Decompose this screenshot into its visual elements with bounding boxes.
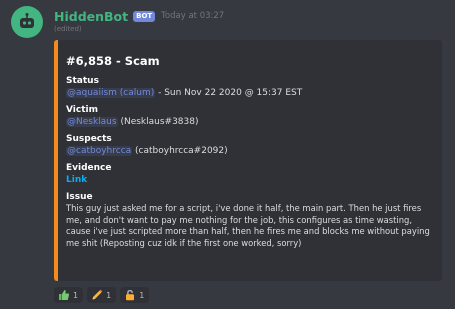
evidence-link[interactable]: Link bbox=[66, 175, 87, 185]
reaction-count: 1 bbox=[73, 290, 79, 300]
field-issue: Issue This guy just asked me for a scrip… bbox=[66, 191, 434, 249]
field-suspects-value: @catboyhrcca (catboyhrcca#2092) bbox=[66, 145, 434, 157]
reaction-pencil[interactable]: 1 bbox=[87, 287, 117, 303]
pencil-icon bbox=[92, 289, 103, 300]
avatar[interactable] bbox=[11, 6, 43, 38]
username[interactable]: HiddenBot bbox=[54, 9, 128, 24]
field-status: Status @aquaiism (calum) - Sun Nov 22 20… bbox=[66, 75, 434, 99]
thumbs-up-icon bbox=[59, 290, 70, 300]
embed: #6,858 - Scam Status @aquaiism (calum) -… bbox=[54, 40, 442, 281]
field-evidence: Evidence Link bbox=[66, 162, 434, 186]
field-issue-name: Issue bbox=[66, 192, 93, 202]
victim-text: (Nesklaus#3838) bbox=[117, 117, 199, 127]
bot-tag: BOT bbox=[133, 10, 156, 22]
reaction-count: 1 bbox=[139, 290, 145, 300]
lock-icon bbox=[126, 290, 135, 301]
victim-mention[interactable]: @Nesklaus bbox=[66, 117, 118, 127]
reaction-thumbs-up[interactable]: 1 bbox=[54, 287, 84, 303]
field-victim-name: Victim bbox=[66, 105, 98, 115]
field-suspects-name: Suspects bbox=[66, 134, 112, 144]
embed-title: #6,858 - Scam bbox=[66, 54, 160, 68]
reaction-count: 1 bbox=[106, 290, 112, 300]
robot-icon bbox=[20, 13, 34, 28]
timestamp[interactable]: Today at 03:27 bbox=[161, 11, 224, 21]
field-issue-value: This guy just asked me for a script, i'v… bbox=[66, 203, 430, 248]
reaction-lock[interactable]: 1 bbox=[120, 287, 150, 303]
status-mention[interactable]: @aquaiism (calum) bbox=[66, 88, 156, 98]
field-evidence-name: Evidence bbox=[66, 163, 112, 173]
suspects-mention[interactable]: @catboyhrcca bbox=[66, 146, 133, 156]
field-status-name: Status bbox=[66, 76, 99, 86]
reactions-bar: 1 1 1 bbox=[54, 287, 150, 303]
field-status-value: @aquaiism (calum) - Sun Nov 22 2020 @ 15… bbox=[66, 87, 434, 99]
suspects-text: (catboyhrcca#2092) bbox=[132, 146, 228, 156]
field-suspects: Suspects @catboyhrcca (catboyhrcca#2092) bbox=[66, 133, 434, 157]
field-evidence-value: Link bbox=[66, 174, 434, 186]
field-victim: Victim @Nesklaus (Nesklaus#3838) bbox=[66, 104, 434, 128]
message-header: HiddenBot BOT Today at 03:27 bbox=[54, 7, 224, 25]
status-text: - Sun Nov 22 2020 @ 15:37 EST bbox=[155, 88, 303, 98]
edited-label: (edited) bbox=[54, 25, 82, 33]
field-victim-value: @Nesklaus (Nesklaus#3838) bbox=[66, 116, 434, 128]
